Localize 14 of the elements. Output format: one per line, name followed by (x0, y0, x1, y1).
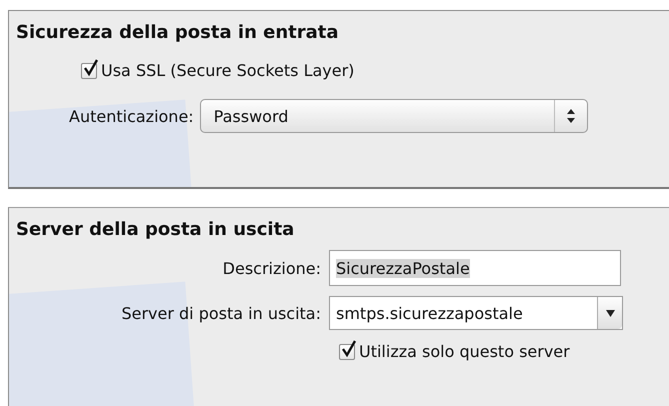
checkbox-label: Utilizza solo questo server (359, 342, 570, 361)
field-label: Autenticazione: (69, 106, 194, 126)
dropdown-arrow-icon (606, 310, 614, 316)
stepper-arrows-icon (566, 108, 576, 124)
description-field[interactable]: SicurezzaPostale (329, 250, 621, 286)
section-title: Server della posta in uscita (15, 218, 296, 240)
field-label: Server di posta in uscita: (120, 304, 321, 322)
field-label: Descrizione: (222, 258, 321, 278)
checkmark-icon (83, 58, 99, 76)
checkbox-label: Usa SSL (Secure Sockets Layer) (101, 61, 354, 80)
section-title: Sicurezza della posta in entrata (15, 21, 340, 43)
server-combo-box[interactable]: smtps.sicurezzapostale (329, 296, 623, 330)
checkmark-icon (341, 340, 357, 358)
authentication-dropdown[interactable]: Password (200, 99, 588, 133)
